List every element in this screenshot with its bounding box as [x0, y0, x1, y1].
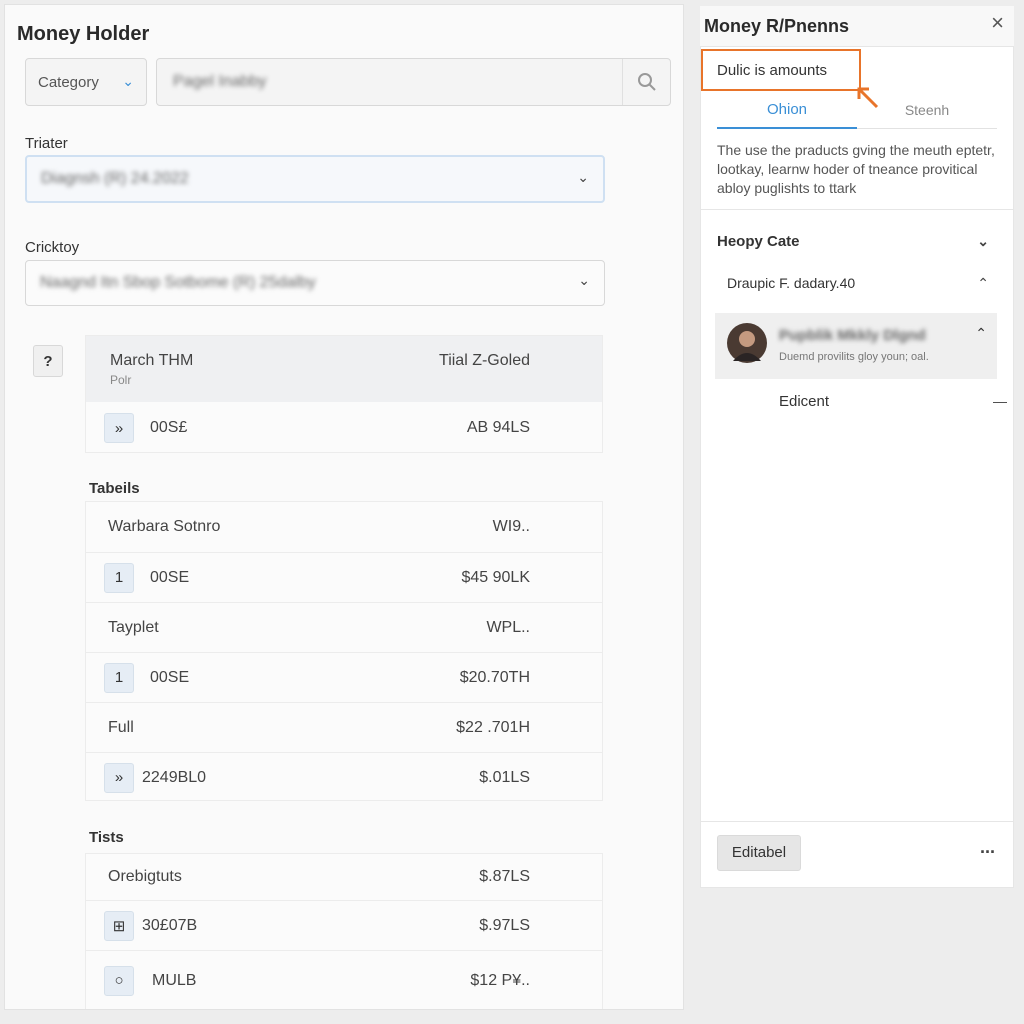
tab-steenh[interactable]: Steenh [857, 95, 997, 129]
money-details-panel: Money R/Pnenns × Dulic is amounts Ohion … [700, 6, 1014, 888]
summary-col2: Tiial Z-Goled [439, 352, 530, 369]
close-icon[interactable]: × [991, 10, 1004, 36]
more-icon[interactable]: ... [980, 837, 995, 858]
row-badge: ○ [104, 965, 134, 996]
sub-row-label: Draupic F. dadary.40 [727, 275, 856, 291]
summary-row[interactable]: » 00S£ AB 94LS [86, 402, 602, 454]
sub-row[interactable]: Draupic F. dadary.40 ⌃ [727, 275, 997, 291]
row-value: $45 90LK [461, 568, 530, 586]
row-badge: » [104, 413, 134, 443]
page-title: Money Holder [17, 23, 150, 45]
divider [701, 821, 1013, 822]
panel-title: Money R/Pnenns [704, 16, 850, 36]
panel-body: Dulic is amounts Ohion Steenh The use th… [700, 46, 1014, 888]
edit-button[interactable]: Editabel [717, 835, 801, 871]
chevron-down-icon: ⌄ [577, 169, 589, 185]
search-input[interactable]: Pagel Inabby [156, 58, 671, 106]
tab-ohion[interactable]: Ohion [717, 95, 857, 129]
list-item[interactable]: Orebigtuts $.87LS [86, 854, 602, 900]
chevron-down-icon: ⌄ [578, 272, 590, 288]
row-name: MULB [152, 971, 197, 989]
row-badge: ⊞ [104, 910, 134, 941]
row-name: 30£07B [142, 916, 198, 934]
section2-title: Tists [89, 829, 124, 846]
list-item[interactable]: 1 00SE $45 90LK [86, 552, 602, 602]
tooltip: Dulic is amounts [701, 49, 861, 91]
row-name: Tayplet [108, 618, 159, 636]
search-placeholder: Pagel Inabby [173, 73, 267, 90]
row-value: WI9.. [492, 518, 530, 535]
filter2-select[interactable]: Naagnd Itn Sbop Sotbome (R) 25dalby ⌄ [25, 260, 605, 306]
filter1-select[interactable]: Diagnsh (R) 24.2022 ⌄ [25, 155, 605, 203]
section1-list: Warbara Sotnro WI9.. 1 00SE $45 90LK Tay… [85, 501, 603, 801]
help-button[interactable]: ? [33, 345, 63, 377]
filter1-label: Triater [25, 135, 68, 152]
row-badge: 1 [104, 562, 134, 593]
row-value: $.97LS [479, 916, 530, 934]
row-name: Orebigtuts [108, 868, 182, 885]
edit-row-label: Edicent [779, 393, 830, 410]
chevron-down-icon: ⌄ [122, 73, 134, 89]
filter2-label: Cricktoy [25, 239, 80, 256]
list-item[interactable]: Full $22 .701H [86, 702, 602, 752]
list-item[interactable]: Tayplet WPL.. [86, 602, 602, 652]
row-name: 00SE [150, 568, 190, 586]
section-heopy-cate[interactable]: Heopy Cate ⌄ [717, 233, 997, 250]
row-value: $.01LS [479, 768, 530, 786]
minus-icon: — [993, 393, 1007, 409]
row-code: 00S£ [150, 419, 188, 436]
summary-header: March THM Polr Tiial Z-Goled [86, 336, 602, 402]
summary-card: March THM Polr Tiial Z-Goled » 00S£ AB 9… [85, 335, 603, 453]
avatar [727, 323, 767, 363]
search-icon [637, 73, 656, 91]
row-value: WPL.. [486, 618, 530, 636]
section-title: Heopy Cate [717, 233, 800, 250]
list-item[interactable]: ○ MULB $12 P¥.. [86, 950, 602, 1010]
list-item[interactable]: » 2249BL0 $.01LS [86, 752, 602, 802]
row-value: $.87LS [479, 868, 530, 885]
filter1-value: Diagnsh (R) 24.2022 [41, 170, 189, 187]
person-name: Pupblik Mkkly Dlgnd [779, 327, 926, 344]
section1-title: Tabeils [89, 480, 140, 497]
row-name: Warbara Sotnro [108, 518, 221, 535]
person-desc: Duemd provilits gloy youn; oal. [779, 351, 929, 363]
money-holder-panel: Money Holder Category ⌄ Pagel Inabby Tri… [4, 4, 684, 1010]
summary-col1: March THM [110, 352, 194, 369]
category-select-label: Category [38, 74, 99, 91]
row-badge: 1 [104, 662, 134, 693]
row-name: 2249BL0 [142, 768, 207, 786]
row-value: AB 94LS [466, 419, 530, 436]
filter2-value: Naagnd Itn Sbop Sotbome (R) 25dalby [40, 274, 316, 291]
category-select[interactable]: Category ⌄ [25, 58, 147, 106]
chevron-up-icon[interactable]: ⌃ [975, 325, 987, 342]
tooltip-text: Dulic is amounts [717, 62, 828, 79]
edit-row[interactable]: Edicent — [779, 393, 1007, 410]
divider [701, 209, 1013, 210]
person-card[interactable]: Pupblik Mkkly Dlgnd Duemd provilits gloy… [715, 313, 997, 379]
row-name: 00SE [150, 668, 190, 686]
row-value: $12 P¥.. [470, 971, 530, 989]
row-badge: » [104, 762, 134, 793]
panel-description: The use the praducts gving the meuth ept… [717, 142, 995, 196]
section2-list: Orebigtuts $.87LS ⊞ 30£07B $.97LS ○ MULB… [85, 853, 603, 1009]
list-item[interactable]: Warbara Sotnro WI9.. [86, 502, 602, 552]
list-item[interactable]: 1 00SE $20.70TH [86, 652, 602, 702]
search-button[interactable] [622, 59, 670, 105]
row-name: Full [108, 718, 134, 736]
list-item[interactable]: ⊞ 30£07B $.97LS [86, 900, 602, 950]
row-value: $20.70TH [459, 668, 530, 686]
row-value: $22 .701H [456, 718, 530, 736]
summary-col1-sub: Polr [110, 373, 132, 387]
chevron-down-icon: ⌄ [977, 233, 989, 249]
chevron-up-icon: ⌃ [977, 275, 989, 291]
